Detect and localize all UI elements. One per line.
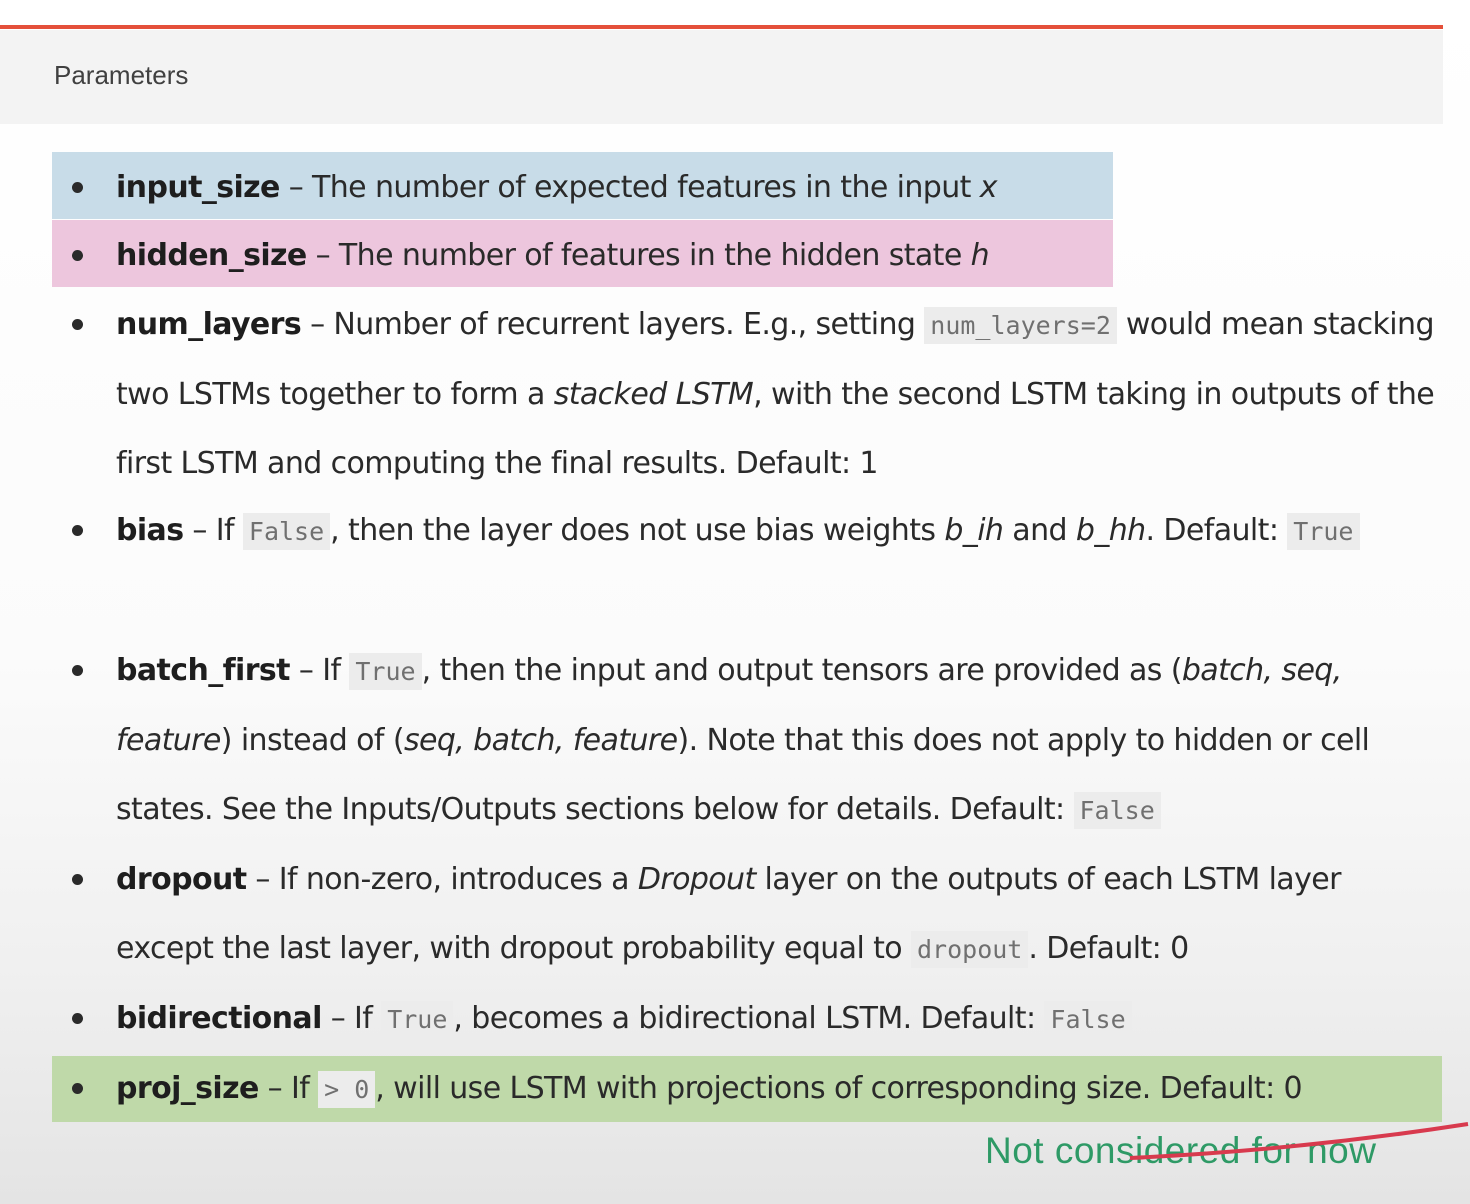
param-description: , becomes a bidirectional LSTM. Default: — [453, 1001, 1045, 1036]
header-accent-rule — [0, 25, 1443, 29]
bullet-icon — [72, 525, 83, 536]
inline-code: False — [1044, 1001, 1132, 1038]
param-description: – The number of features in the hidden s… — [306, 238, 971, 273]
param-proj-size: proj_size – If > 0, will use LSTM with p… — [72, 1054, 1446, 1124]
italic-term: h — [970, 238, 990, 273]
inline-code: num_layers=2 — [924, 307, 1117, 344]
param-description: – If — [321, 1001, 382, 1036]
param-description: – If non-zero, introduces a — [246, 862, 638, 897]
param-description: . Default: 0 — [1028, 931, 1189, 966]
parameters-header-bar — [0, 30, 1443, 124]
inline-code: > 0 — [318, 1071, 376, 1108]
param-name: dropout — [116, 862, 247, 897]
bullet-icon — [72, 250, 83, 261]
inline-code: False — [1073, 792, 1161, 829]
param-num-layers: num_layers – Number of recurrent layers.… — [72, 290, 1446, 498]
bullet-icon — [72, 1013, 83, 1024]
param-name: bias — [116, 513, 184, 548]
param-name: bidirectional — [116, 1001, 322, 1036]
param-name: proj_size — [116, 1071, 259, 1106]
param-batch-first: batch_first – If True, then the input an… — [72, 636, 1446, 845]
param-description: ) instead of ( — [220, 723, 405, 758]
param-description: , then the input and output tensors are … — [421, 653, 1183, 688]
inline-code: dropout — [911, 931, 1029, 968]
inline-code: True — [381, 1001, 454, 1038]
inline-code: True — [1287, 513, 1360, 550]
param-description: , then the layer does not use bias weigh… — [330, 513, 945, 548]
italic-term: stacked LSTM — [553, 377, 754, 412]
bullet-icon — [72, 874, 83, 885]
param-description: . Default: — [1145, 513, 1288, 548]
param-description: – If — [258, 1071, 319, 1106]
param-name: num_layers — [116, 307, 302, 342]
param-bidirectional: bidirectional – If True, becomes a bidir… — [72, 984, 1446, 1054]
parameters-heading: Parameters — [54, 60, 189, 90]
param-name: batch_first — [116, 653, 291, 688]
param-input-size: input_size – The number of expected feat… — [72, 153, 1446, 222]
param-description: – The number of expected features in the… — [279, 170, 980, 205]
param-description: – If — [183, 513, 243, 548]
param-description: , will use LSTM with projections of corr… — [375, 1071, 1302, 1106]
param-description: and — [1003, 513, 1076, 548]
bullet-icon — [72, 665, 83, 676]
inline-code: False — [242, 513, 331, 550]
italic-term: Dropout — [637, 862, 756, 897]
param-bias: bias – If False, then the layer does not… — [72, 496, 1446, 566]
param-name: input_size — [116, 170, 280, 205]
italic-term: seq, batch, feature — [403, 723, 678, 758]
param-hidden-size: hidden_size – The number of features in … — [72, 221, 1446, 290]
bullet-icon — [72, 1083, 83, 1094]
bullet-icon — [72, 182, 83, 193]
param-description: – Number of recurrent layers. E.g., sett… — [301, 307, 925, 342]
italic-term: x — [979, 170, 998, 205]
italic-term: b_ih — [944, 513, 1004, 548]
param-dropout: dropout – If non-zero, introduces a Drop… — [72, 845, 1446, 984]
inline-code: True — [349, 653, 422, 690]
bullet-icon — [72, 319, 83, 330]
italic-term: b_hh — [1075, 513, 1146, 548]
param-name: hidden_size — [116, 238, 307, 273]
annotation-arrow-icon — [1129, 1122, 1469, 1160]
param-description: – If — [289, 653, 350, 688]
